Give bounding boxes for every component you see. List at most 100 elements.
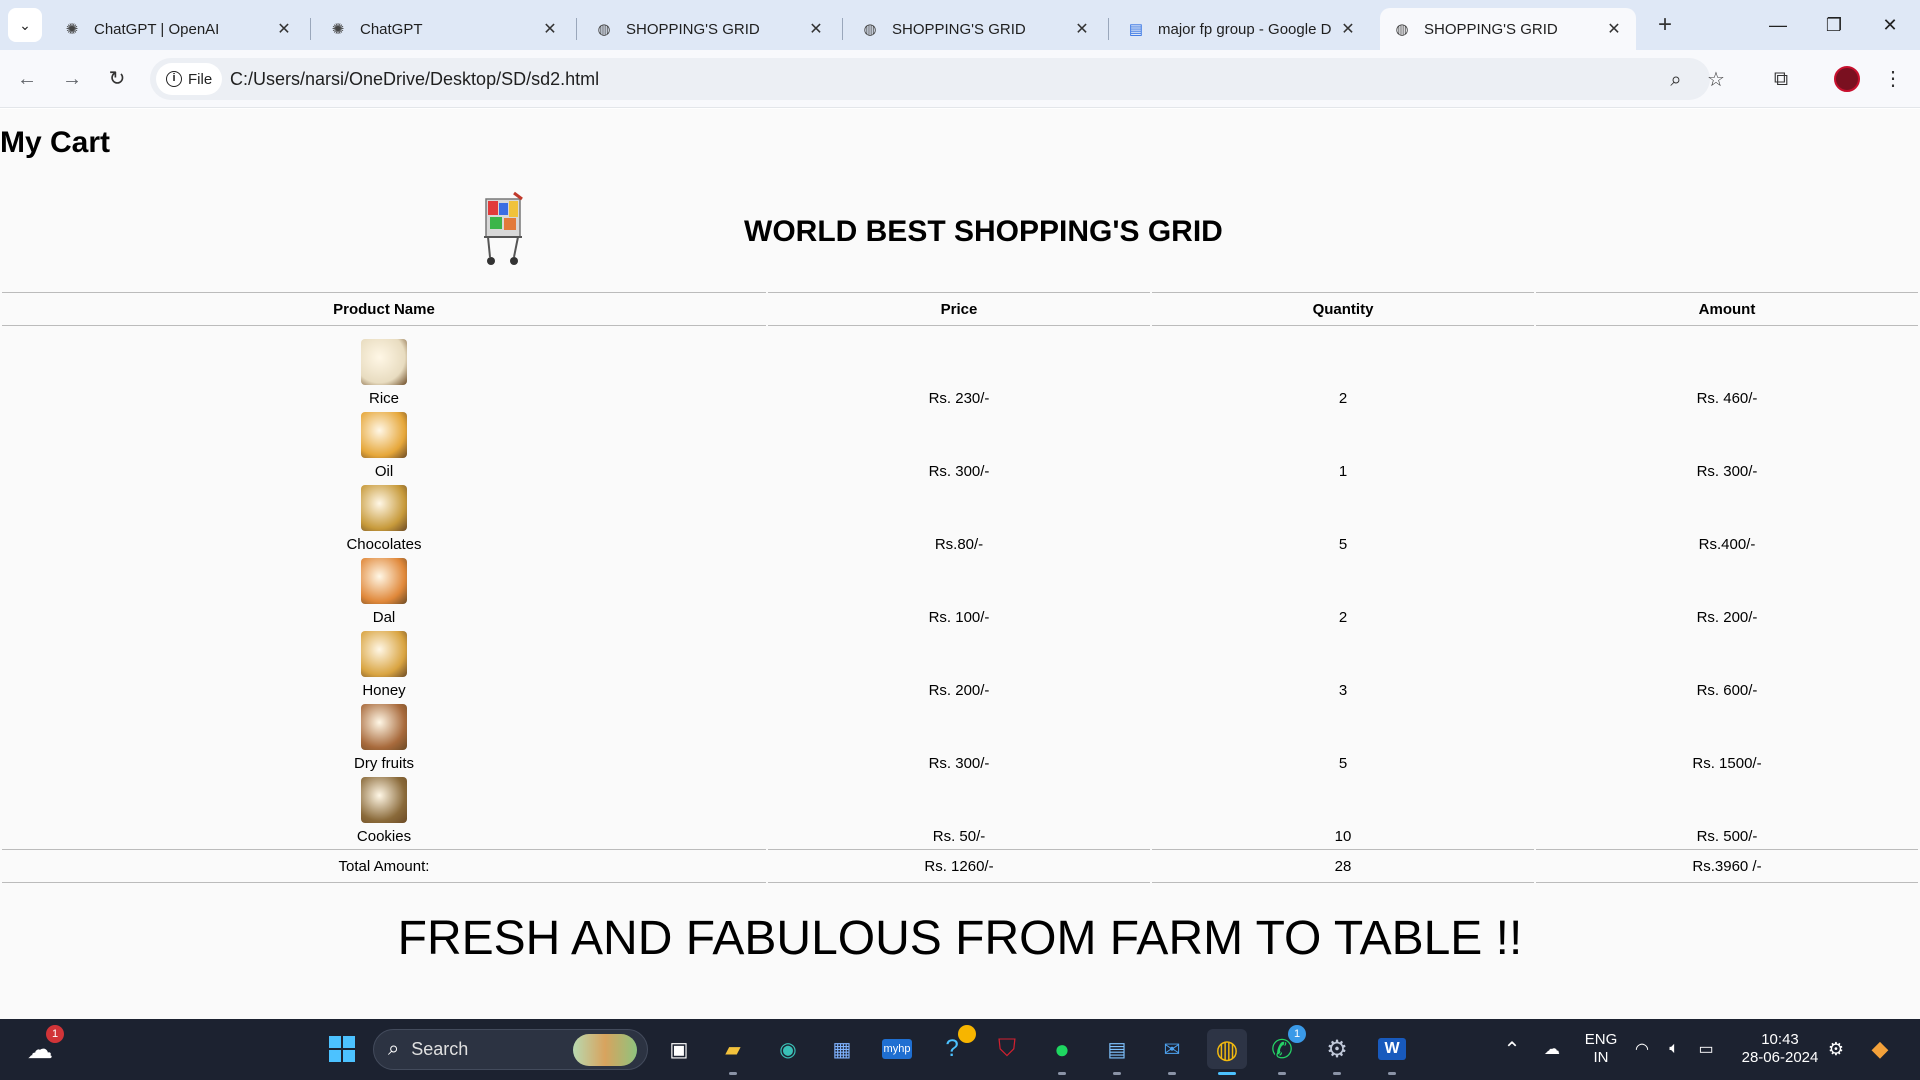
mail-icon: ✉ [1163,1038,1181,1061]
tab-separator [310,18,311,40]
edge-button[interactable]: ◉ [768,1029,808,1069]
tab-bar: ⌄ ✺ ChatGPT | OpenAI ✕ ✺ ChatGPT ✕ ◍ SHOPPING'S… [0,0,1920,50]
product-name: Cookies [356,828,412,845]
menu-kebab-icon[interactable]: ⋮ [1876,62,1910,96]
forward-button[interactable]: → [55,62,89,96]
task-view-icon: ▣ [669,1038,689,1061]
browser-tab[interactable]: ✺ ChatGPT | OpenAI ✕ [50,8,306,50]
product-cell: Chocolates [2,484,766,555]
file-explorer-button[interactable]: ▰ [713,1029,753,1075]
start-button[interactable] [322,1029,362,1069]
settings-button[interactable]: ⚙ [1317,1029,1357,1075]
oil-image [361,412,407,458]
spotify-button[interactable]: ● [1042,1029,1082,1075]
openai-icon: ✺ [331,21,345,38]
product-quantity: 2 [1338,390,1348,407]
product-cell: Honey [2,630,766,701]
task-view-button[interactable]: ▣ [659,1029,699,1069]
product-quantity: 1 [1338,463,1348,480]
whatsapp-button[interactable]: ✆ 1 [1262,1025,1306,1075]
close-tab-icon[interactable]: ✕ [540,19,560,39]
product-amount: Rs. 500/- [1696,828,1758,845]
browser-tab[interactable]: ▤ major fp group - Google D ✕ [1114,8,1370,50]
word-button[interactable]: W [1372,1029,1412,1075]
zoom-icon[interactable]: ⌕ [1662,66,1690,94]
product-cell: Oil [2,411,766,482]
tray-overflow-button[interactable]: ⌃ [1492,1029,1532,1069]
chevron-down-icon: ⌄ [19,16,31,33]
profile-avatar[interactable] [1834,66,1860,92]
globe-icon: ◍ [863,21,877,38]
arrow-left-icon: ← [17,68,37,90]
browser-tab[interactable]: ◍ SHOPPING'S GRID ✕ [848,8,1104,50]
minimize-button[interactable]: — [1750,8,1806,42]
new-tab-button[interactable]: + [1650,10,1680,40]
table-row: Rice Rs. 230/- 2 Rs. 460/- [2,338,1918,409]
product-name: Dry fruits [354,755,414,772]
back-button[interactable]: ← [10,62,44,96]
product-price: Rs. 50/- [932,828,986,845]
notepad-button[interactable]: ▤ [1097,1029,1137,1075]
mcafee-shield-icon: ⛉ [998,1035,1016,1062]
close-window-button[interactable]: ✕ [1862,8,1918,42]
language-indicator[interactable]: ENG IN [1580,1031,1622,1067]
weather-badge: 1 [46,1025,64,1043]
help-icon: ? [945,1035,959,1062]
product-quantity: 3 [1338,682,1348,699]
product-cell: Rice [2,338,766,409]
language-top: ENG [1584,1031,1618,1048]
close-tab-icon[interactable]: ✕ [1072,19,1092,39]
close-tab-icon[interactable]: ✕ [1604,19,1624,39]
mcafee-button[interactable]: ⛉ [987,1029,1027,1069]
clock-date: 28-06-2024 [1741,1049,1819,1066]
tab-search-button[interactable]: ⌄ [8,8,42,42]
volume-button[interactable]: 🔈︎ [1660,1029,1688,1069]
copilot-button[interactable]: ◆ [1860,1029,1900,1069]
tab-separator [1108,18,1109,40]
store-button[interactable]: ▦ [822,1029,862,1069]
product-amount: Rs. 1500/- [1692,755,1762,772]
mail-button[interactable]: ✉ [1152,1029,1192,1075]
product-quantity: 2 [1338,609,1348,626]
extensions-icon[interactable]: ⧉ [1764,62,1798,96]
table-row: Cookies Rs. 50/- 10 Rs. 500/- [2,776,1918,847]
address-bar[interactable]: i File C:/Users/narsi/OneDrive/Desktop/S… [150,58,1725,100]
browser-tab[interactable]: ◍ SHOPPING'S GRID ✕ [1380,8,1636,50]
product-name: Dal [372,609,396,626]
chrome-button[interactable]: ◍ [1207,1029,1247,1075]
product-quantity: 5 [1338,536,1348,553]
myhp-button[interactable]: myhp [877,1029,917,1069]
store-icon: ▦ [832,1038,852,1061]
bookmark-star-icon[interactable]: ☆ [1702,66,1730,94]
taskbar-search[interactable]: ⌕ Search [373,1029,648,1070]
google-docs-icon: ▤ [1128,21,1144,38]
tab-title: ChatGPT [360,20,423,38]
reload-button[interactable]: ↻ [100,62,134,96]
language-bottom: IN [1593,1049,1609,1066]
weather-widget[interactable]: ☁ 1 [20,1025,64,1069]
arrow-right-icon: → [62,68,82,90]
close-tab-icon[interactable]: ✕ [806,19,826,39]
copilot-icon: ◆ [1871,1036,1889,1061]
close-tab-icon[interactable]: ✕ [274,19,294,39]
browser-tab[interactable]: ◍ SHOPPING'S GRID ✕ [582,8,838,50]
clock[interactable]: 10:43 28-06-2024 [1730,1031,1830,1067]
help-button[interactable]: ? [932,1025,976,1069]
close-tab-icon[interactable]: ✕ [1338,19,1358,39]
chevron-up-icon: ⌃ [1503,1038,1521,1061]
restore-button[interactable]: ❐ [1806,8,1862,42]
wifi-button[interactable]: ◠ [1628,1029,1656,1069]
globe-icon: ◍ [1395,21,1409,38]
tab-separator [576,18,577,40]
url-text[interactable]: C:/Users/narsi/OneDrive/Desktop/SD/sd2.h… [230,69,599,90]
column-header-product: Product Name [2,292,766,326]
windows-taskbar: ☁ 1 ⌕ Search ▣ ▰ ◉ ▦ myhp ? ⛉ ● ▤ ✉ ◍ ✆ 1… [0,1019,1920,1080]
product-price: Rs. 300/- [928,463,990,480]
battery-button[interactable]: ▭ [1692,1029,1720,1069]
browser-tab[interactable]: ✺ ChatGPT ✕ [316,8,572,50]
notifications-button[interactable]: ⚙ [1818,1029,1854,1069]
product-cell: Dal [2,557,766,628]
cart-table: Product Name Price Quantity Amount Rice R… [0,290,1920,885]
site-info-chip[interactable]: i File [156,63,223,95]
onedrive-button[interactable]: ☁ [1532,1029,1572,1069]
